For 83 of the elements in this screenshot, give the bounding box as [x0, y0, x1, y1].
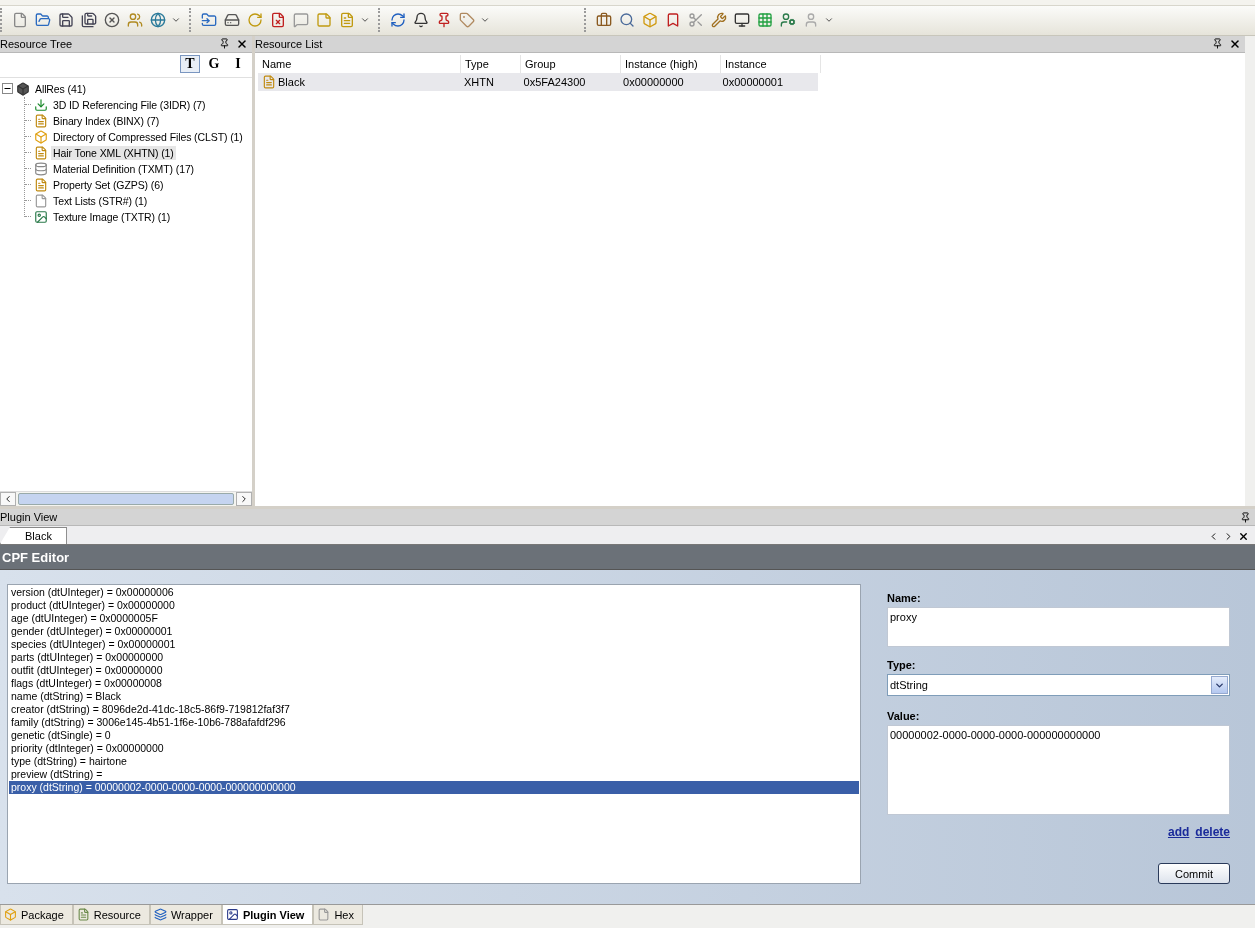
collapse-toggle[interactable]	[2, 83, 13, 95]
field-label: Value:	[887, 710, 921, 723]
view-toggle-button[interactable]: G	[204, 54, 224, 73]
property-item[interactable]: proxy (dtString) = 00000002-0000-0000-0000-000000000000	[9, 781, 859, 795]
close-icon[interactable]	[1229, 37, 1241, 50]
document-icon	[34, 113, 48, 128]
scroll-right-icon[interactable]	[239, 494, 249, 505]
image-icon	[225, 908, 239, 922]
tree-item[interactable]: Text Lists (STR#) (1)	[51, 193, 150, 208]
property-item[interactable]: priority (dtInteger) = 0x00000000	[9, 742, 859, 756]
close-icon[interactable]	[1238, 530, 1249, 542]
document-icon	[34, 177, 48, 192]
panel-title: Plugin View	[0, 511, 58, 524]
document-icon	[34, 145, 48, 160]
action-link[interactable]: delete	[1195, 825, 1230, 840]
database-icon	[34, 161, 48, 176]
file-icon	[34, 193, 48, 208]
tree-item[interactable]: Property Set (GZPS) (6)	[51, 177, 166, 192]
tree-item[interactable]: Directory of Compressed Files (CLST) (1)	[51, 129, 245, 144]
property-item[interactable]: parts (dtUInteger) = 0x00000000	[9, 651, 859, 665]
column-header[interactable]: Instance (high)	[621, 54, 721, 73]
table-cell: 0x00000001	[722, 75, 784, 88]
name-field[interactable]: proxy	[887, 607, 1230, 648]
bottom-tab[interactable]: Resource	[72, 905, 150, 926]
panel-title: Resource List	[255, 37, 323, 50]
property-list[interactable]	[7, 584, 861, 885]
column-header[interactable]: Type	[461, 54, 521, 73]
property-item[interactable]: genetic (dtSingle) = 0	[9, 729, 859, 743]
tree-item[interactable]: Texture Image (TXTR) (1)	[51, 209, 173, 224]
scroll-left-icon[interactable]	[3, 494, 13, 505]
file-icon	[317, 908, 331, 922]
field-label: Type:	[887, 659, 917, 672]
pin-icon[interactable]	[219, 38, 230, 50]
value-field[interactable]: 00000002-0000-0000-0000-000000000000	[887, 725, 1230, 816]
close-icon[interactable]	[236, 37, 248, 50]
tree-item[interactable]: Hair Tone XML (XHTN) (1)	[51, 145, 176, 160]
column-header[interactable]: Group	[521, 54, 621, 73]
property-item[interactable]: name (dtString) = Black	[9, 690, 859, 704]
bottom-tab[interactable]: Plugin View	[221, 905, 314, 926]
cube-icon	[16, 81, 30, 96]
property-item[interactable]: species (dtUInteger) = 0x00000001	[9, 638, 859, 652]
tree-item[interactable]: 3D ID Referencing File (3IDR) (7)	[51, 97, 208, 112]
property-item[interactable]: product (dtUInteger) = 0x00000000	[9, 599, 859, 613]
horizontal-scrollbar[interactable]	[0, 491, 252, 507]
layers-icon	[153, 908, 167, 922]
tree-item[interactable]: Binary Index (BINX) (7)	[51, 113, 162, 128]
property-item[interactable]: type (dtString) = hairtone	[9, 755, 859, 769]
bottom-tab[interactable]: Package	[0, 905, 73, 926]
property-item[interactable]: outfit (dtUInteger) = 0x00000000	[9, 664, 859, 678]
document-tab[interactable]: Black	[0, 527, 67, 545]
property-item[interactable]: family (dtString) = 3006e145-4b51-1f6e-10b6-788afafdf296	[9, 716, 859, 730]
view-toggle-button[interactable]: T	[180, 54, 200, 73]
commit-button[interactable]: Commit	[1158, 863, 1230, 885]
column-header[interactable]: Name	[258, 54, 461, 73]
bottom-tab[interactable]: Wrapper	[149, 905, 222, 926]
property-item[interactable]: age (dtUInteger) = 0x0000005F	[9, 612, 859, 626]
property-item[interactable]: gender (dtUInteger) = 0x00000001	[9, 625, 859, 639]
document-icon	[76, 908, 90, 922]
document-icon	[262, 74, 276, 89]
view-toggle-button[interactable]: I	[228, 54, 248, 73]
box-icon	[34, 129, 48, 144]
table-cell: Black	[278, 75, 305, 88]
image-icon	[34, 209, 48, 224]
pin-icon[interactable]	[1240, 511, 1251, 523]
editor-title: CPF Editor	[2, 549, 70, 565]
property-item[interactable]: flags (dtUInteger) = 0x00000008	[9, 677, 859, 691]
property-item[interactable]: version (dtUInteger) = 0x00000006	[9, 586, 859, 600]
download-icon	[34, 97, 48, 112]
table-cell: 0x5FA24300	[523, 75, 586, 88]
bottom-tab[interactable]: Hex	[313, 905, 363, 926]
property-item[interactable]: creator (dtString) = 8096de2d-41dc-18c5-86f9-719812faf3f7	[9, 703, 859, 717]
table-cell: XHTN	[463, 75, 494, 88]
column-header[interactable]: Instance	[721, 54, 821, 73]
type-dropdown[interactable]: dtString	[887, 674, 1230, 697]
action-link[interactable]: add	[1167, 825, 1190, 840]
panel-title: Resource Tree	[0, 37, 73, 50]
box-icon	[4, 908, 17, 922]
pin-icon[interactable]	[1212, 38, 1223, 50]
property-item[interactable]: preview (dtString) =	[9, 768, 859, 782]
tree-item[interactable]: AllRes (41)	[33, 81, 88, 96]
tree-item[interactable]: Material Definition (TXMT) (17)	[51, 161, 196, 176]
table-cell: 0x00000000	[623, 75, 684, 88]
field-label: Name:	[887, 592, 922, 605]
